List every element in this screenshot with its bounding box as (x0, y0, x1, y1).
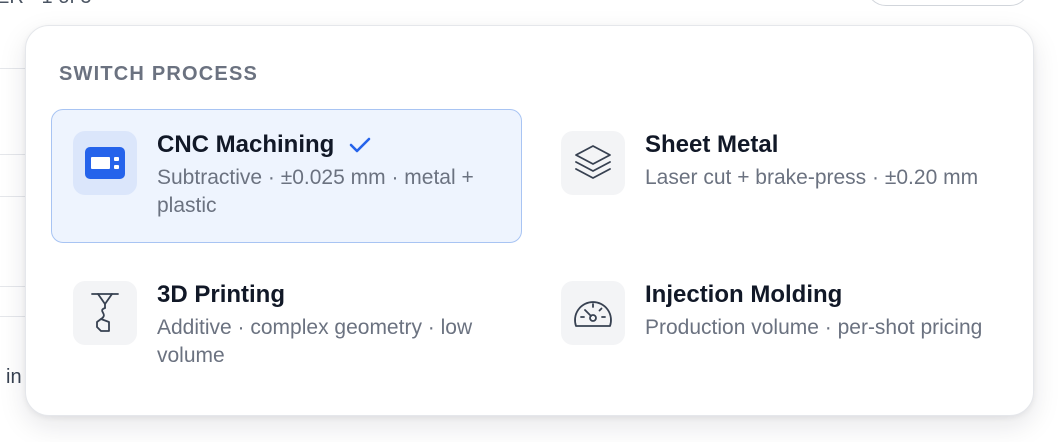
option-name: CNC Machining (157, 131, 335, 158)
background-button[interactable] (866, 0, 1030, 6)
option-description: Laser cut + brake-press · ±0.20 mm (645, 166, 979, 189)
page: ER · 1 of 5 in SWITCH PROCESS CNC Machin… (0, 0, 1060, 442)
printer-nozzle-icon (73, 281, 137, 345)
process-option-cnc-machining[interactable]: CNC Machining Subtractive · ±0.025 mm · … (51, 109, 522, 243)
option-name: 3D Printing (157, 281, 286, 308)
checkmark-icon (348, 135, 372, 155)
gauge-icon (561, 281, 625, 345)
background-text: in (6, 366, 22, 388)
cnc-machine-icon (73, 131, 137, 195)
process-option-injection-molding[interactable]: Injection Molding Production volume · pe… (539, 259, 1010, 393)
option-description: Subtractive · ±0.025 mm · metal + plasti… (157, 166, 474, 217)
popover-title: SWITCH PROCESS (59, 63, 259, 85)
option-description: Additive · complex geometry · low volume (157, 316, 473, 367)
background-pagination-text: ER · 1 of 5 (0, 0, 92, 9)
option-name: Injection Molding (645, 281, 843, 308)
process-option-sheet-metal[interactable]: Sheet Metal Laser cut + brake-press · ±0… (539, 109, 1010, 243)
option-name: Sheet Metal (645, 131, 779, 158)
option-description: Production volume · per-shot pricing (645, 316, 983, 339)
process-option-3d-printing[interactable]: 3D Printing Additive · complex geometry … (51, 259, 522, 393)
layers-icon (561, 131, 625, 195)
switch-process-popover: SWITCH PROCESS CNC Machining Subtractive… (25, 25, 1034, 416)
